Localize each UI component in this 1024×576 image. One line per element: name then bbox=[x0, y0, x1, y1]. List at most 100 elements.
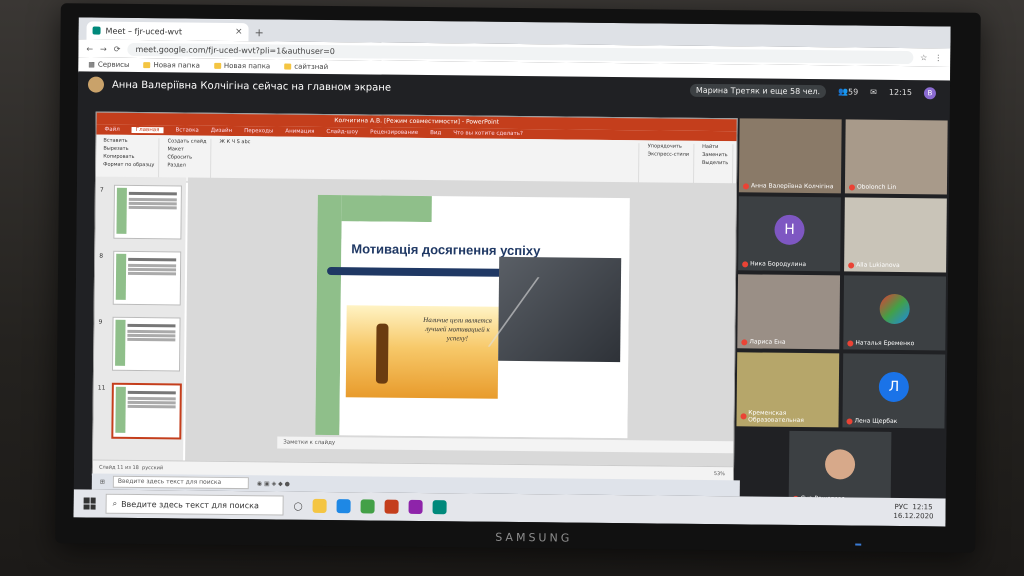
meet-area: Анна Валеріївна Колчігіна сейчас на глав… bbox=[73, 71, 951, 506]
slide-number: 7 bbox=[99, 186, 104, 194]
chrome-icon[interactable] bbox=[360, 499, 375, 514]
current-slide[interactable]: Мотивація досягнення успіху Наличие цели… bbox=[315, 194, 630, 439]
meet-taskbar-icon[interactable] bbox=[432, 500, 447, 515]
monitor-brand-logo: SAMSUNG bbox=[495, 530, 573, 545]
drawing-group: Упорядочить Экспресс-стили bbox=[643, 143, 695, 184]
folder-icon bbox=[213, 62, 221, 69]
search-icon: ⌕ bbox=[112, 498, 118, 508]
folder-icon bbox=[284, 63, 292, 70]
mic-off-icon bbox=[847, 339, 854, 347]
participant-tile[interactable]: Лариса Ена bbox=[737, 274, 841, 350]
slide-status: Слайд 11 из 18 bbox=[98, 464, 139, 472]
participant-tile[interactable]: Кременская Образовательная bbox=[736, 352, 840, 428]
taskbar-clock[interactable]: РУС 12:15 16.12.2020 bbox=[893, 503, 933, 521]
layout-button[interactable]: Макет bbox=[167, 146, 206, 152]
task-view-icon[interactable]: ◯ bbox=[294, 501, 303, 510]
taskbar-apps[interactable]: ◉ ▣ ◈ ◆ ● bbox=[257, 480, 290, 487]
participant-tile[interactable]: Анна Валеріївна Колчігіна bbox=[738, 118, 842, 194]
mic-off-icon bbox=[848, 261, 855, 269]
tab-home[interactable]: Главная bbox=[131, 126, 164, 134]
participant-tile[interactable]: Яна Решетова bbox=[788, 430, 892, 506]
tab-view[interactable]: Вид bbox=[430, 130, 441, 136]
monitor: Meet – fjr-uced-wvt × + ← → ⟳ meet.googl… bbox=[55, 3, 981, 553]
chat-icon[interactable]: ✉ bbox=[870, 88, 877, 97]
find-button[interactable]: Найти bbox=[702, 144, 728, 150]
font-controls[interactable]: Ж К Ч S abc bbox=[219, 139, 634, 149]
quick-styles-button[interactable]: Экспресс-стили bbox=[648, 151, 690, 157]
tab-review[interactable]: Рецензирование bbox=[370, 129, 418, 136]
tab-insert[interactable]: Вставка bbox=[175, 127, 198, 133]
user-avatar[interactable]: В bbox=[923, 86, 937, 99]
power-led bbox=[855, 543, 862, 546]
participant-tile[interactable]: Л Лена Щербак bbox=[842, 353, 946, 429]
meet-time: 12:15 bbox=[888, 87, 913, 98]
new-tab-button[interactable]: + bbox=[254, 26, 263, 39]
participant-tile[interactable]: Alla Lukianova bbox=[844, 197, 947, 273]
star-icon[interactable]: ☆ bbox=[920, 53, 927, 62]
mic-off-icon bbox=[740, 413, 747, 420]
screen: Meet – fjr-uced-wvt × + ← → ⟳ meet.googl… bbox=[73, 17, 951, 527]
reset-button[interactable]: Сбросить bbox=[167, 154, 206, 160]
participants-summary[interactable]: Марина Третяк и еще 58 чел. bbox=[689, 83, 827, 99]
copy-button[interactable]: Копировать bbox=[103, 154, 154, 161]
reload-icon[interactable]: ⟳ bbox=[114, 44, 121, 53]
folder-icon bbox=[143, 62, 151, 69]
stairs-image[interactable] bbox=[487, 256, 630, 363]
new-slide-button[interactable]: Создать слайд bbox=[168, 138, 207, 144]
slide-number: 8 bbox=[99, 252, 104, 260]
tab-transitions[interactable]: Переходы bbox=[244, 128, 273, 134]
edge-icon[interactable] bbox=[336, 499, 351, 514]
slide-title[interactable]: Мотивація досягнення успіху bbox=[351, 241, 540, 258]
bookmark-item[interactable]: сайтзнай bbox=[284, 63, 328, 71]
participant-avatar-image bbox=[824, 449, 856, 480]
zoom-level[interactable]: 53% bbox=[714, 471, 725, 477]
taskbar-search[interactable]: ⌕ Введите здесь текст для поиска bbox=[105, 493, 284, 516]
mic-off-icon bbox=[846, 417, 853, 425]
slide-thumbnail[interactable] bbox=[112, 250, 182, 306]
inner-search-box[interactable]: Введите здесь текст для поиска bbox=[112, 475, 249, 490]
mic-off-icon bbox=[848, 183, 856, 191]
slide-thumbnail-selected[interactable] bbox=[111, 382, 182, 440]
back-icon[interactable]: ← bbox=[86, 44, 93, 53]
meet-icon bbox=[92, 26, 101, 35]
slide-number: 11 bbox=[97, 384, 106, 392]
bookmark-item[interactable]: Новая папка bbox=[143, 61, 200, 70]
sunrise-person-image[interactable]: Наличие цели является лучшей мотивацией … bbox=[345, 305, 499, 399]
apps-icon: ▦ bbox=[88, 60, 95, 69]
tab-title: Meet – fjr-uced-wvt bbox=[105, 26, 183, 36]
slide-canvas: Мотивація досягнення успіху Наличие цели… bbox=[185, 177, 737, 468]
tab-animation[interactable]: Анимация bbox=[285, 129, 314, 135]
tab-slideshow[interactable]: Слайд-шоу bbox=[326, 129, 358, 135]
mic-off-icon bbox=[741, 338, 748, 345]
participant-tile[interactable]: Н Ника Бородулина bbox=[738, 196, 841, 272]
tell-me[interactable]: Что вы хотите сделать? bbox=[453, 130, 523, 137]
powerpoint-window: Колчигина А.В. [Режим совместимости] - P… bbox=[91, 111, 738, 483]
participant-tile[interactable]: Наталья Еременко bbox=[843, 275, 947, 351]
slide-thumbnail[interactable] bbox=[112, 316, 181, 372]
paste-button[interactable]: Вставить bbox=[103, 138, 154, 145]
app-icon[interactable] bbox=[408, 499, 423, 515]
arrange-button[interactable]: Упорядочить bbox=[648, 143, 690, 149]
windows-icon[interactable]: ⊞ bbox=[100, 478, 105, 485]
select-button[interactable]: Выделить bbox=[702, 160, 728, 166]
participant-tile[interactable]: Obolonch Lin bbox=[844, 119, 948, 195]
windows-start-icon[interactable] bbox=[83, 497, 96, 510]
menu-icon[interactable]: ⋮ bbox=[934, 53, 942, 62]
format-painter-button[interactable]: Формат по образцу bbox=[103, 162, 154, 169]
browser-tab[interactable]: Meet – fjr-uced-wvt × bbox=[86, 21, 249, 42]
cut-button[interactable]: Вырезать bbox=[103, 146, 154, 153]
replace-button[interactable]: Заменить bbox=[702, 152, 728, 158]
participant-initial: Н bbox=[774, 214, 805, 245]
forward-icon[interactable]: → bbox=[100, 44, 107, 53]
powerpoint-icon[interactable] bbox=[384, 499, 399, 514]
bookmark-item[interactable]: ▦ Сервисы bbox=[88, 60, 129, 68]
people-icon[interactable]: 👥59 bbox=[838, 87, 858, 96]
bookmark-item[interactable]: Новая папка bbox=[213, 62, 270, 70]
tab-file[interactable]: Файл bbox=[104, 127, 119, 133]
tab-design[interactable]: Дизайн bbox=[211, 128, 232, 134]
section-button[interactable]: Раздел bbox=[167, 162, 206, 168]
file-explorer-icon[interactable] bbox=[312, 498, 327, 514]
slide-thumbnail[interactable] bbox=[113, 184, 182, 240]
notes-pane[interactable]: Заметки к слайду bbox=[277, 436, 734, 454]
close-icon[interactable]: × bbox=[235, 27, 243, 37]
